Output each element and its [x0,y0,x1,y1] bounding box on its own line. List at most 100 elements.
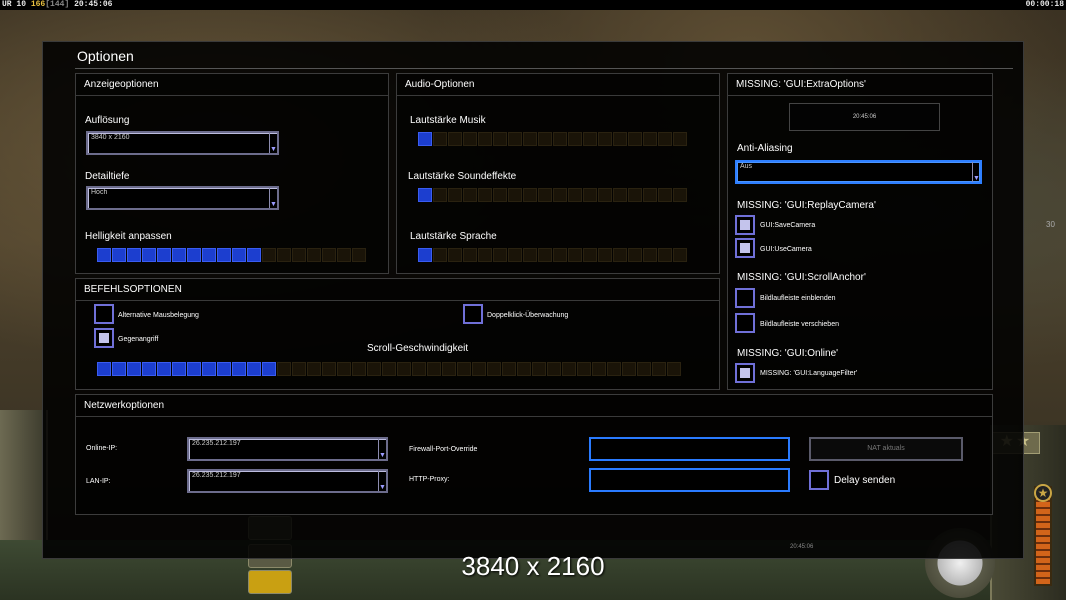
slider-segment[interactable] [457,362,471,376]
slider-segment[interactable] [157,362,171,376]
slider-segment[interactable] [502,362,516,376]
slider-segment[interactable] [382,362,396,376]
slider-segment[interactable] [232,248,246,262]
slider-segment[interactable] [637,362,651,376]
slider-segment[interactable] [127,362,141,376]
slider-segment[interactable] [517,362,531,376]
slider-segment[interactable] [322,248,336,262]
antialiasing-select[interactable]: Aus ▼ [735,160,982,184]
firewall-port-input[interactable] [589,437,790,461]
slider-segment[interactable] [442,362,456,376]
slider-segment[interactable] [433,188,447,202]
slider-segment[interactable] [607,362,621,376]
slider-segment[interactable] [463,248,477,262]
slider-segment[interactable] [448,248,462,262]
slider-segment[interactable] [673,188,687,202]
slider-segment[interactable] [583,188,597,202]
slider-segment[interactable] [127,248,141,262]
slider-segment[interactable] [187,362,201,376]
slider-segment[interactable] [247,362,261,376]
language-filter-checkbox[interactable] [735,363,755,383]
slider-segment[interactable] [538,248,552,262]
slider-segment[interactable] [97,248,111,262]
slider-segment[interactable] [598,188,612,202]
slider-segment[interactable] [568,248,582,262]
slider-segment[interactable] [478,248,492,262]
slider-segment[interactable] [673,132,687,146]
slider-segment[interactable] [592,362,606,376]
slider-segment[interactable] [553,188,567,202]
slider-segment[interactable] [478,132,492,146]
slider-segment[interactable] [247,248,261,262]
slider-segment[interactable] [112,248,126,262]
slider-segment[interactable] [307,362,321,376]
sfx-volume-slider[interactable] [418,188,687,202]
slider-segment[interactable] [673,248,687,262]
slider-segment[interactable] [577,362,591,376]
slider-segment[interactable] [217,248,231,262]
slider-segment[interactable] [658,188,672,202]
slider-segment[interactable] [262,248,276,262]
slider-segment[interactable] [217,362,231,376]
slider-segment[interactable] [493,248,507,262]
detail-select[interactable]: Hoch ▼ [86,186,279,210]
slider-segment[interactable] [142,362,156,376]
slider-segment[interactable] [337,248,351,262]
slider-segment[interactable] [112,362,126,376]
slider-segment[interactable] [487,362,501,376]
slider-segment[interactable] [553,248,567,262]
slider-segment[interactable] [628,132,642,146]
slider-segment[interactable] [412,362,426,376]
slider-segment[interactable] [508,188,522,202]
slider-segment[interactable] [562,362,576,376]
slider-segment[interactable] [643,248,657,262]
slider-segment[interactable] [493,132,507,146]
slider-segment[interactable] [448,132,462,146]
slider-segment[interactable] [427,362,441,376]
slider-segment[interactable] [172,248,186,262]
slider-segment[interactable] [448,188,462,202]
resolution-select[interactable]: 3840 x 2160 ▼ [86,131,279,155]
slider-segment[interactable] [667,362,681,376]
slider-segment[interactable] [277,362,291,376]
speech-volume-slider[interactable] [418,248,687,262]
slider-segment[interactable] [583,132,597,146]
slider-segment[interactable] [463,132,477,146]
slider-segment[interactable] [613,188,627,202]
slider-segment[interactable] [367,362,381,376]
slider-segment[interactable] [523,188,537,202]
alt-mouse-checkbox[interactable] [94,304,114,324]
slider-segment[interactable] [292,248,306,262]
slider-segment[interactable] [433,248,447,262]
slider-segment[interactable] [523,132,537,146]
slider-segment[interactable] [493,188,507,202]
slider-segment[interactable] [613,248,627,262]
slider-segment[interactable] [277,248,291,262]
move-scrollbar-checkbox[interactable] [735,313,755,333]
save-camera-checkbox[interactable] [735,215,755,235]
slider-segment[interactable] [397,362,411,376]
slider-segment[interactable] [352,248,366,262]
double-click-checkbox[interactable] [463,304,483,324]
slider-segment[interactable] [532,362,546,376]
slider-segment[interactable] [478,188,492,202]
slider-segment[interactable] [568,132,582,146]
scroll-speed-slider[interactable] [97,362,681,376]
slider-segment[interactable] [583,248,597,262]
slider-segment[interactable] [418,248,432,262]
slider-segment[interactable] [142,248,156,262]
music-volume-slider[interactable] [418,132,687,146]
slider-segment[interactable] [553,132,567,146]
http-proxy-input[interactable] [589,468,790,492]
slider-segment[interactable] [433,132,447,146]
slider-segment[interactable] [418,188,432,202]
show-scrollbar-checkbox[interactable] [735,288,755,308]
slider-segment[interactable] [202,248,216,262]
slider-segment[interactable] [202,362,216,376]
slider-segment[interactable] [292,362,306,376]
slider-segment[interactable] [538,188,552,202]
slider-segment[interactable] [547,362,561,376]
slider-segment[interactable] [172,362,186,376]
slider-segment[interactable] [508,248,522,262]
slider-segment[interactable] [523,248,537,262]
